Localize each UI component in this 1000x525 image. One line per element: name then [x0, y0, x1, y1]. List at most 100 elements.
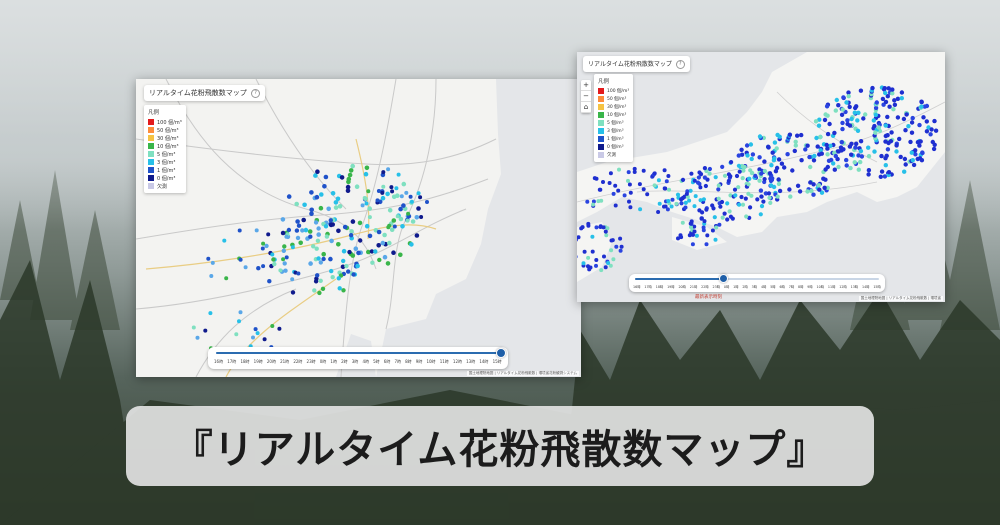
pollen-marker[interactable]: [395, 214, 400, 219]
pollen-marker[interactable]: [919, 104, 924, 109]
pollen-marker[interactable]: [839, 112, 845, 117]
pollen-marker[interactable]: [237, 319, 241, 324]
pollen-marker[interactable]: [702, 175, 707, 180]
pollen-marker[interactable]: [425, 200, 429, 204]
pollen-marker[interactable]: [740, 176, 745, 181]
pollen-marker[interactable]: [346, 269, 351, 274]
pollen-marker[interactable]: [849, 152, 854, 157]
pollen-marker[interactable]: [295, 235, 301, 241]
pollen-marker[interactable]: [323, 174, 329, 180]
pollen-marker[interactable]: [385, 191, 390, 197]
pollen-marker[interactable]: [676, 236, 680, 241]
pollen-marker[interactable]: [618, 248, 623, 253]
pollen-marker[interactable]: [757, 134, 763, 139]
pollen-marker[interactable]: [302, 202, 307, 208]
pollen-marker[interactable]: [607, 181, 612, 185]
pollen-marker[interactable]: [370, 260, 375, 265]
pollen-marker[interactable]: [400, 224, 405, 229]
pollen-marker[interactable]: [333, 205, 339, 210]
pollen-marker[interactable]: [680, 195, 685, 201]
pollen-marker[interactable]: [267, 279, 272, 284]
pollen-marker[interactable]: [793, 139, 798, 144]
pollen-marker[interactable]: [920, 150, 925, 155]
pollen-marker[interactable]: [355, 263, 360, 269]
pollen-marker[interactable]: [345, 184, 351, 190]
pollen-marker[interactable]: [758, 188, 764, 193]
pollen-marker[interactable]: [749, 156, 754, 162]
pollen-marker[interactable]: [603, 265, 608, 270]
pollen-marker[interactable]: [380, 190, 385, 195]
pollen-marker[interactable]: [733, 193, 738, 198]
pollen-marker[interactable]: [237, 228, 242, 233]
pollen-marker[interactable]: [766, 191, 772, 196]
pollen-marker[interactable]: [603, 229, 608, 234]
pollen-marker[interactable]: [619, 244, 624, 249]
pollen-marker[interactable]: [405, 218, 410, 223]
pollen-marker[interactable]: [409, 199, 414, 204]
pollen-marker[interactable]: [808, 180, 813, 185]
pollen-marker[interactable]: [840, 126, 845, 132]
pollen-marker[interactable]: [628, 205, 633, 210]
pollen-marker[interactable]: [832, 167, 837, 172]
pollen-marker[interactable]: [718, 204, 723, 209]
pollen-marker[interactable]: [855, 118, 860, 123]
pollen-marker[interactable]: [282, 261, 287, 266]
pollen-marker[interactable]: [389, 185, 394, 190]
pollen-marker[interactable]: [628, 190, 633, 195]
pollen-marker[interactable]: [910, 115, 915, 121]
pollen-marker[interactable]: [889, 130, 894, 135]
pollen-marker[interactable]: [767, 195, 772, 200]
pollen-marker[interactable]: [747, 176, 752, 181]
pollen-marker[interactable]: [404, 190, 409, 195]
pollen-marker[interactable]: [759, 194, 764, 199]
pollen-marker[interactable]: [392, 224, 397, 229]
pollen-marker[interactable]: [704, 242, 709, 247]
pollen-marker[interactable]: [909, 130, 915, 135]
pollen-marker[interactable]: [689, 171, 694, 176]
pollen-marker[interactable]: [309, 211, 314, 216]
pollen-marker[interactable]: [870, 85, 875, 91]
pollen-marker[interactable]: [386, 167, 391, 172]
pollen-marker[interactable]: [613, 183, 618, 188]
pollen-marker[interactable]: [852, 160, 857, 165]
pollen-marker[interactable]: [613, 203, 618, 208]
pollen-marker[interactable]: [690, 242, 695, 247]
pollen-marker[interactable]: [594, 263, 598, 268]
pollen-marker[interactable]: [662, 186, 667, 191]
pollen-marker[interactable]: [740, 202, 746, 207]
pollen-marker[interactable]: [902, 156, 908, 162]
pollen-marker[interactable]: [822, 185, 827, 190]
pollen-marker[interactable]: [594, 258, 599, 262]
pollen-marker[interactable]: [339, 175, 345, 180]
pollen-marker[interactable]: [743, 196, 748, 201]
pollen-marker[interactable]: [776, 157, 782, 162]
pollen-marker[interactable]: [858, 159, 863, 165]
pollen-marker[interactable]: [670, 197, 675, 202]
pollen-marker[interactable]: [856, 167, 861, 172]
pollen-marker[interactable]: [284, 234, 289, 239]
pollen-marker[interactable]: [652, 171, 657, 176]
pollen-marker[interactable]: [758, 212, 763, 217]
pollen-marker[interactable]: [318, 205, 324, 211]
pollen-marker[interactable]: [261, 241, 266, 246]
pollen-marker[interactable]: [854, 104, 859, 109]
pollen-marker[interactable]: [387, 208, 393, 213]
pollen-marker[interactable]: [255, 331, 260, 336]
pollen-marker[interactable]: [866, 172, 871, 177]
pollen-marker[interactable]: [770, 150, 775, 155]
pollen-marker[interactable]: [360, 203, 365, 208]
pollen-marker[interactable]: [191, 325, 196, 330]
pollen-marker[interactable]: [883, 156, 888, 161]
pollen-marker[interactable]: [848, 165, 853, 171]
pollen-marker[interactable]: [879, 169, 885, 174]
pollen-marker[interactable]: [347, 172, 353, 178]
pollen-marker[interactable]: [846, 94, 851, 99]
pollen-marker[interactable]: [787, 187, 792, 192]
pollen-marker[interactable]: [208, 311, 213, 316]
pollen-marker[interactable]: [592, 176, 597, 181]
pollen-marker[interactable]: [353, 246, 359, 251]
pollen-marker[interactable]: [626, 178, 630, 183]
pollen-marker[interactable]: [585, 199, 590, 204]
pollen-marker[interactable]: [712, 215, 717, 220]
pollen-marker[interactable]: [322, 184, 327, 189]
